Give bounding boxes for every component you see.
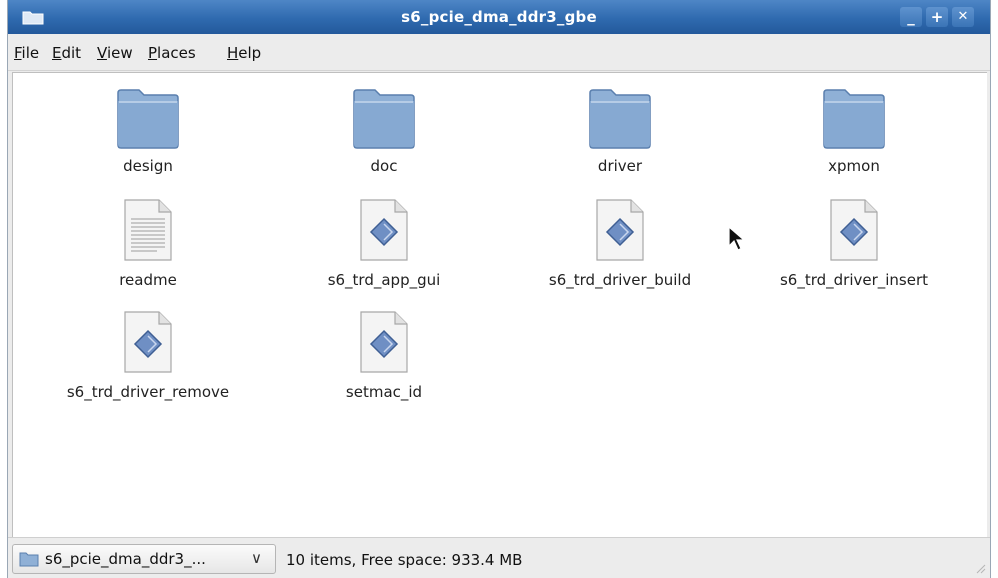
resize-grip-icon[interactable]: [974, 562, 986, 574]
file-manager-window: s6_pcie_dma_ddr3_gbe _ + ✕ File Edit Vie…: [8, 0, 990, 578]
icon-view[interactable]: design doc driver xpmon readme s6_trd_ap…: [12, 72, 987, 538]
menu-view[interactable]: View: [97, 44, 133, 62]
item-label: s6_trd_driver_insert: [779, 271, 929, 289]
script-file-icon: [360, 199, 408, 261]
folder-item-design[interactable]: design: [33, 87, 263, 175]
mouse-cursor-icon: [728, 226, 746, 251]
folder-icon: [823, 89, 885, 149]
file-item-s6-trd-driver-build[interactable]: s6_trd_driver_build: [505, 197, 735, 289]
status-text: 10 items, Free space: 933.4 MB: [286, 551, 523, 569]
item-label: driver: [597, 157, 643, 175]
item-label: s6_trd_app_gui: [327, 271, 441, 289]
menu-places[interactable]: Places: [148, 44, 196, 62]
folder-icon: [353, 89, 415, 149]
file-item-s6-trd-driver-remove[interactable]: s6_trd_driver_remove: [33, 309, 263, 401]
chevron-down-icon: ∨: [251, 549, 262, 567]
text-file-icon: [124, 199, 172, 261]
folder-icon: [117, 89, 179, 149]
file-item-s6-trd-driver-insert[interactable]: s6_trd_driver_insert: [739, 197, 969, 289]
file-item-s6-trd-app-gui[interactable]: s6_trd_app_gui: [269, 197, 499, 289]
status-bar: s6_pcie_dma_ddr3_... ∨ 10 items, Free sp…: [8, 537, 990, 578]
menu-file[interactable]: File: [14, 44, 39, 62]
script-file-icon: [124, 311, 172, 373]
item-label: design: [123, 157, 173, 175]
folder-item-xpmon[interactable]: xpmon: [739, 87, 969, 175]
item-label: setmac_id: [345, 383, 423, 401]
script-file-icon: [360, 311, 408, 373]
menu-bar: File Edit View Places Help: [8, 34, 990, 71]
title-bar[interactable]: s6_pcie_dma_ddr3_gbe _ + ✕: [8, 0, 990, 34]
folder-icon: [589, 89, 651, 149]
item-label: doc: [370, 157, 398, 175]
location-label: s6_pcie_dma_ddr3_...: [45, 550, 206, 568]
minimize-button[interactable]: _: [900, 7, 922, 27]
folder-item-driver[interactable]: driver: [505, 87, 735, 175]
item-label: readme: [119, 271, 177, 289]
item-label: s6_trd_driver_build: [548, 271, 692, 289]
folder-icon: [19, 552, 39, 567]
window-title: s6_pcie_dma_ddr3_gbe: [401, 8, 597, 26]
script-file-icon: [830, 199, 878, 261]
location-combo[interactable]: s6_pcie_dma_ddr3_... ∨: [12, 544, 276, 574]
file-item-readme[interactable]: readme: [33, 197, 263, 289]
maximize-button[interactable]: +: [926, 7, 948, 27]
script-file-icon: [596, 199, 644, 261]
file-item-setmac-id[interactable]: setmac_id: [269, 309, 499, 401]
item-label: s6_trd_driver_remove: [66, 383, 230, 401]
item-label: xpmon: [828, 157, 880, 175]
folder-item-doc[interactable]: doc: [269, 87, 499, 175]
menu-edit[interactable]: Edit: [52, 44, 81, 62]
close-button[interactable]: ✕: [952, 7, 974, 27]
menu-help[interactable]: Help: [227, 44, 261, 62]
